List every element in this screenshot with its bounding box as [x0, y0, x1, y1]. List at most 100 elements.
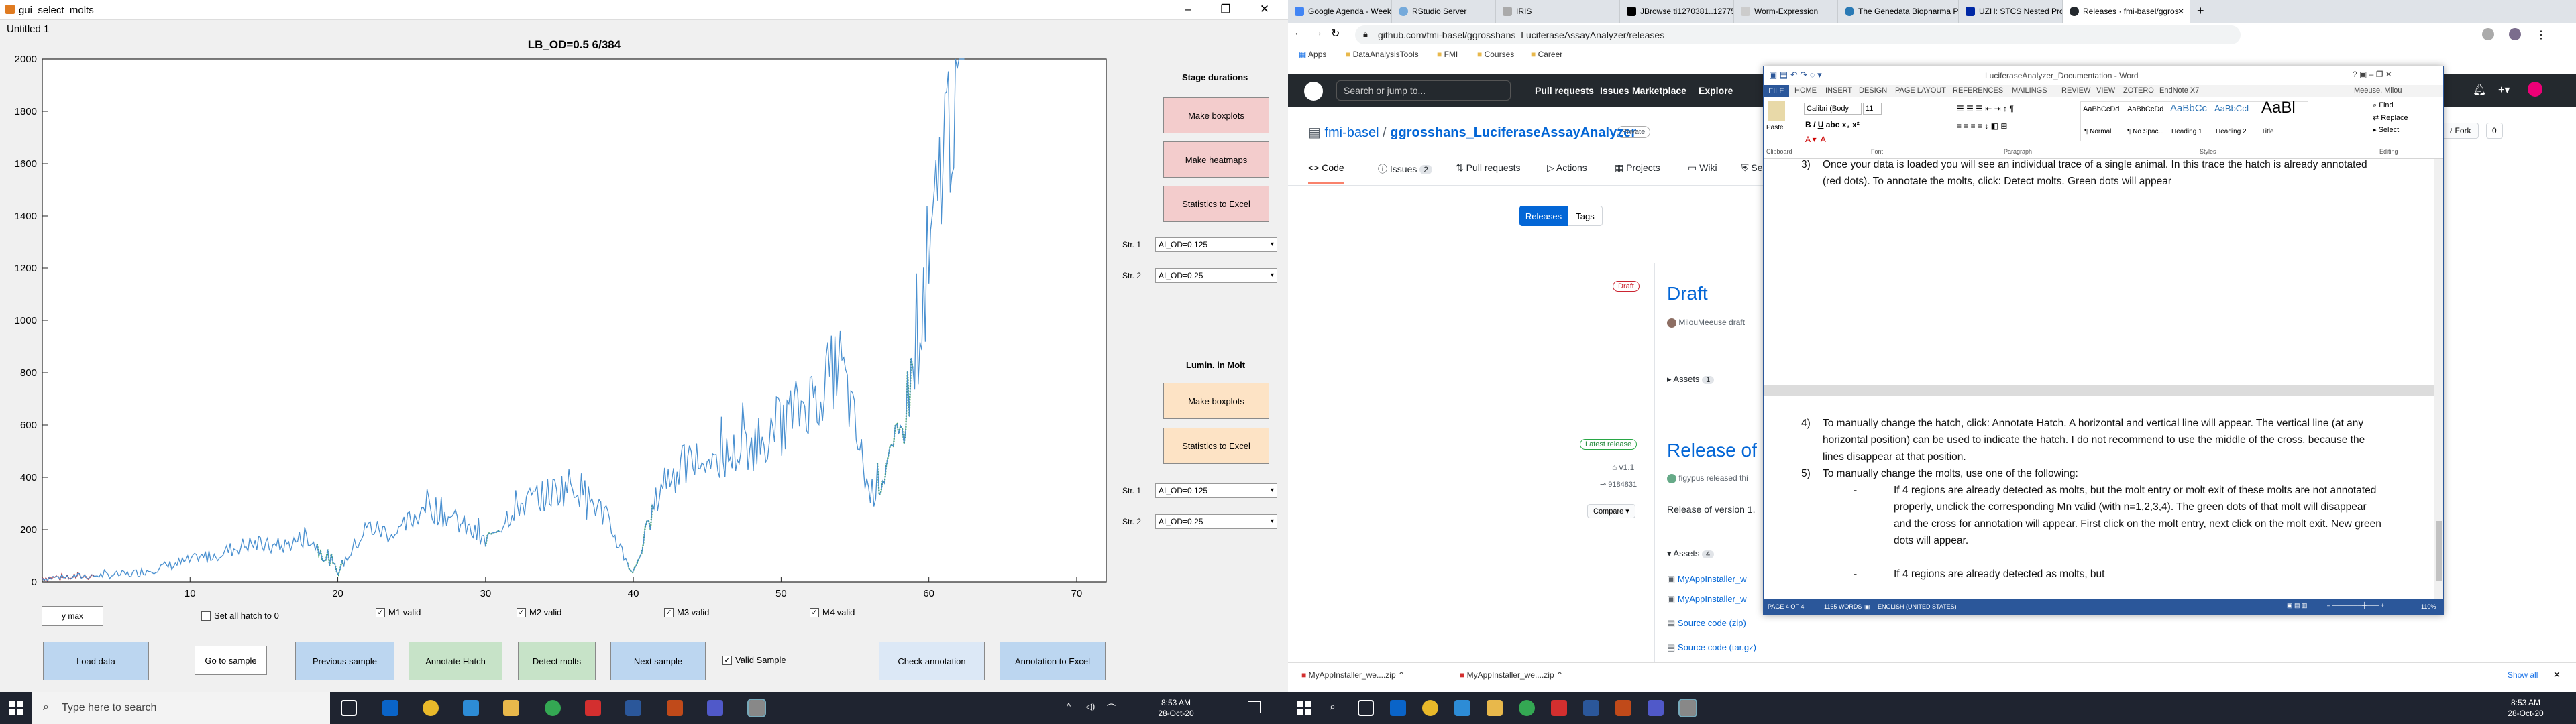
bookmark-folder[interactable]: ■ DataAnalysisTools [1346, 50, 1419, 59]
font-size-box[interactable]: 11 [1863, 103, 1882, 115]
bookmark-folder[interactable]: ■ FMI [1437, 50, 1458, 59]
outlook-icon[interactable] [382, 700, 398, 716]
replace-button[interactable]: ⇄ Replace [2373, 113, 2408, 122]
matlab-figure-icon[interactable] [1678, 699, 1697, 717]
select-button[interactable]: ▸ Select [2373, 125, 2399, 134]
draft-title[interactable]: Draft [1667, 283, 1708, 304]
acrobat-icon[interactable] [585, 700, 601, 716]
clock[interactable]: 8:53 AM 28-Oct-20 [2496, 697, 2556, 719]
fork-button[interactable]: ⑂ Fork [2440, 123, 2479, 139]
make-boxplots-lumin-button[interactable]: Make boxplots [1163, 383, 1269, 419]
m4-valid-checkbox[interactable]: ✓ M4 valid [810, 607, 855, 617]
next-sample-button[interactable]: Next sample [610, 642, 706, 680]
chrome-icon[interactable] [1422, 700, 1438, 716]
wifi-icon[interactable]: ⌒ [1107, 701, 1116, 714]
release-title[interactable]: Release of [1667, 440, 1757, 461]
zoom-slider[interactable]: – ───────┼─── + [2327, 602, 2384, 609]
ribbon-tab[interactable]: EndNote X7 [2159, 86, 2199, 95]
windows-start-icon[interactable] [9, 701, 23, 715]
matlab-figure-icon[interactable] [747, 699, 766, 717]
asset-link[interactable]: ▣ MyAppInstaller_w [1667, 594, 1747, 605]
close-icon[interactable]: ✕ [1249, 0, 1280, 20]
detect-molts-button[interactable]: Detect molts [518, 642, 596, 680]
m2-valid-checkbox[interactable]: ✓ M2 valid [517, 607, 561, 617]
annotation-to-excel-button[interactable]: Annotation to Excel [1000, 642, 1106, 680]
word-icon[interactable] [1583, 700, 1599, 716]
str1-select[interactable]: AI_OD=0.125 ▾ [1155, 237, 1277, 252]
nav-explore[interactable]: Explore [1699, 85, 1733, 96]
browser-tab[interactable]: Google Agenda - Week vie [1288, 0, 1392, 23]
extension-icon[interactable] [2482, 28, 2494, 40]
app-icon[interactable] [545, 700, 561, 716]
task-view-icon[interactable] [1358, 700, 1374, 716]
search-icon[interactable]: ⌕ [1330, 701, 1336, 713]
vertical-scrollbar[interactable] [2434, 159, 2443, 599]
tab-security[interactable]: ⛨ Se [1741, 162, 1763, 174]
download-item[interactable]: ■ MyAppInstaller_we....zip ⌃ [1301, 670, 1405, 680]
browser-menu-icon[interactable]: ⋮ [2536, 28, 2546, 42]
back-icon[interactable]: ← [1293, 27, 1304, 39]
outlook-icon[interactable] [1390, 700, 1406, 716]
find-button[interactable]: ⌕ Find [2373, 101, 2394, 110]
assets-toggle[interactable]: ▸ Assets 1 [1667, 374, 1715, 385]
tab-issues[interactable]: ⓘ Issues 2 [1378, 162, 1432, 176]
font-format-icons[interactable]: B I U abc x₂ x² [1805, 120, 1860, 129]
assets-toggle-release[interactable]: ▾ Assets 4 [1667, 548, 1715, 559]
m1-valid-checkbox[interactable]: ✓ M1 valid [376, 607, 421, 617]
file-tab[interactable]: FILE [1764, 85, 1789, 97]
page-3-bottom[interactable] [1764, 159, 2434, 385]
set-hatch-checkbox[interactable]: Set all hatch to 0 [201, 611, 279, 621]
ribbon-tab[interactable]: MAILINGS [2012, 86, 2047, 95]
reload-icon[interactable]: ↻ [1331, 27, 1340, 40]
bell-icon[interactable]: 🔔︎ [2473, 83, 2486, 97]
github-avatar[interactable] [2528, 82, 2542, 97]
folder-icon[interactable] [1487, 700, 1503, 716]
valid-sample-checkbox[interactable]: ✓ Valid Sample [722, 655, 786, 665]
paste-icon[interactable] [1768, 101, 1785, 121]
list-icons[interactable]: ☰ ☰ ☰ ⇤ ⇥ ↕ ¶ [1957, 104, 2014, 113]
profile-avatar[interactable] [2509, 28, 2521, 40]
repo-name-link[interactable]: ggrosshans_LuciferaseAssayAnalyzer [1390, 125, 1636, 140]
browser-tab[interactable]: The Genedata Biopharma P [1838, 0, 1959, 23]
go-to-sample-button[interactable]: Go to sample [195, 646, 267, 675]
annotate-hatch-button[interactable]: Annotate Hatch [409, 642, 502, 680]
volume-icon[interactable]: ◁) [1085, 701, 1095, 712]
asset-link[interactable]: ▤ Source code (tar.gz) [1667, 642, 1756, 653]
statistics-to-excel-button[interactable]: Statistics to Excel [1163, 186, 1269, 222]
ribbon-tab[interactable]: PAGE LAYOUT [1895, 86, 1946, 95]
teams-icon[interactable] [707, 700, 723, 716]
ribbon-tab[interactable]: VIEW [2096, 86, 2115, 95]
minimize-icon[interactable]: – [1173, 0, 1203, 20]
nav-issues[interactable]: Issues [1600, 85, 1629, 96]
acrobat-icon[interactable] [1551, 700, 1567, 716]
close-tab-icon[interactable]: ✕ [2178, 7, 2184, 16]
tray-arrow-icon[interactable]: ^ [1067, 701, 1071, 711]
statistics-to-excel-lumin-button[interactable]: Statistics to Excel [1163, 428, 1269, 464]
app-icon[interactable] [1519, 700, 1535, 716]
browser-tab[interactable]: UZH: STCS Nested Project [1959, 0, 2063, 23]
compare-button[interactable]: Compare ▾ [1587, 504, 1635, 518]
str1-lumin-select[interactable]: AI_OD=0.125 ▾ [1155, 483, 1277, 498]
tags-tab[interactable]: Tags [1568, 206, 1603, 226]
quick-access-icons[interactable]: ▣ ▤ ↶ ↷ ◌ ▾ [1769, 70, 1822, 80]
chrome-icon[interactable] [423, 700, 439, 716]
tag-link[interactable]: ⌂ v1.1 [1612, 463, 1634, 472]
bookmark-folder[interactable]: ■ Career [1531, 50, 1562, 59]
font-name-box[interactable]: Calibri (Body [1804, 103, 1862, 115]
repo-org-link[interactable]: fmi-basel [1324, 125, 1379, 140]
align-icons[interactable]: ≡ ≡ ≡ ≡ ↕ ◧ ⊞ [1957, 121, 2007, 131]
ribbon-tab[interactable]: REVIEW [2061, 86, 2090, 95]
network-icon[interactable] [1454, 700, 1470, 716]
tab-code[interactable]: <> Code [1308, 162, 1344, 184]
commit-link[interactable]: ⊸ 9184831 [1600, 480, 1637, 489]
tab-pull-requests[interactable]: ⇅ Pull requests [1456, 162, 1521, 174]
browser-tab-active[interactable]: Releases · fmi-basel/ggros ✕ [2063, 0, 2190, 23]
view-icons[interactable]: ▣ ▤ ▥ [2287, 602, 2308, 609]
plus-icon[interactable]: +▾ [2498, 83, 2510, 97]
github-search-input[interactable]: Search or jump to... [1336, 80, 1511, 101]
asset-link[interactable]: ▤ Source code (zip) [1667, 618, 1746, 629]
bookmark-apps[interactable]: ▦ Apps [1299, 50, 1326, 59]
check-annotation-button[interactable]: Check annotation [879, 642, 985, 680]
ribbon-tab[interactable]: HOME [1794, 86, 1817, 95]
make-heatmaps-button[interactable]: Make heatmaps [1163, 141, 1269, 178]
